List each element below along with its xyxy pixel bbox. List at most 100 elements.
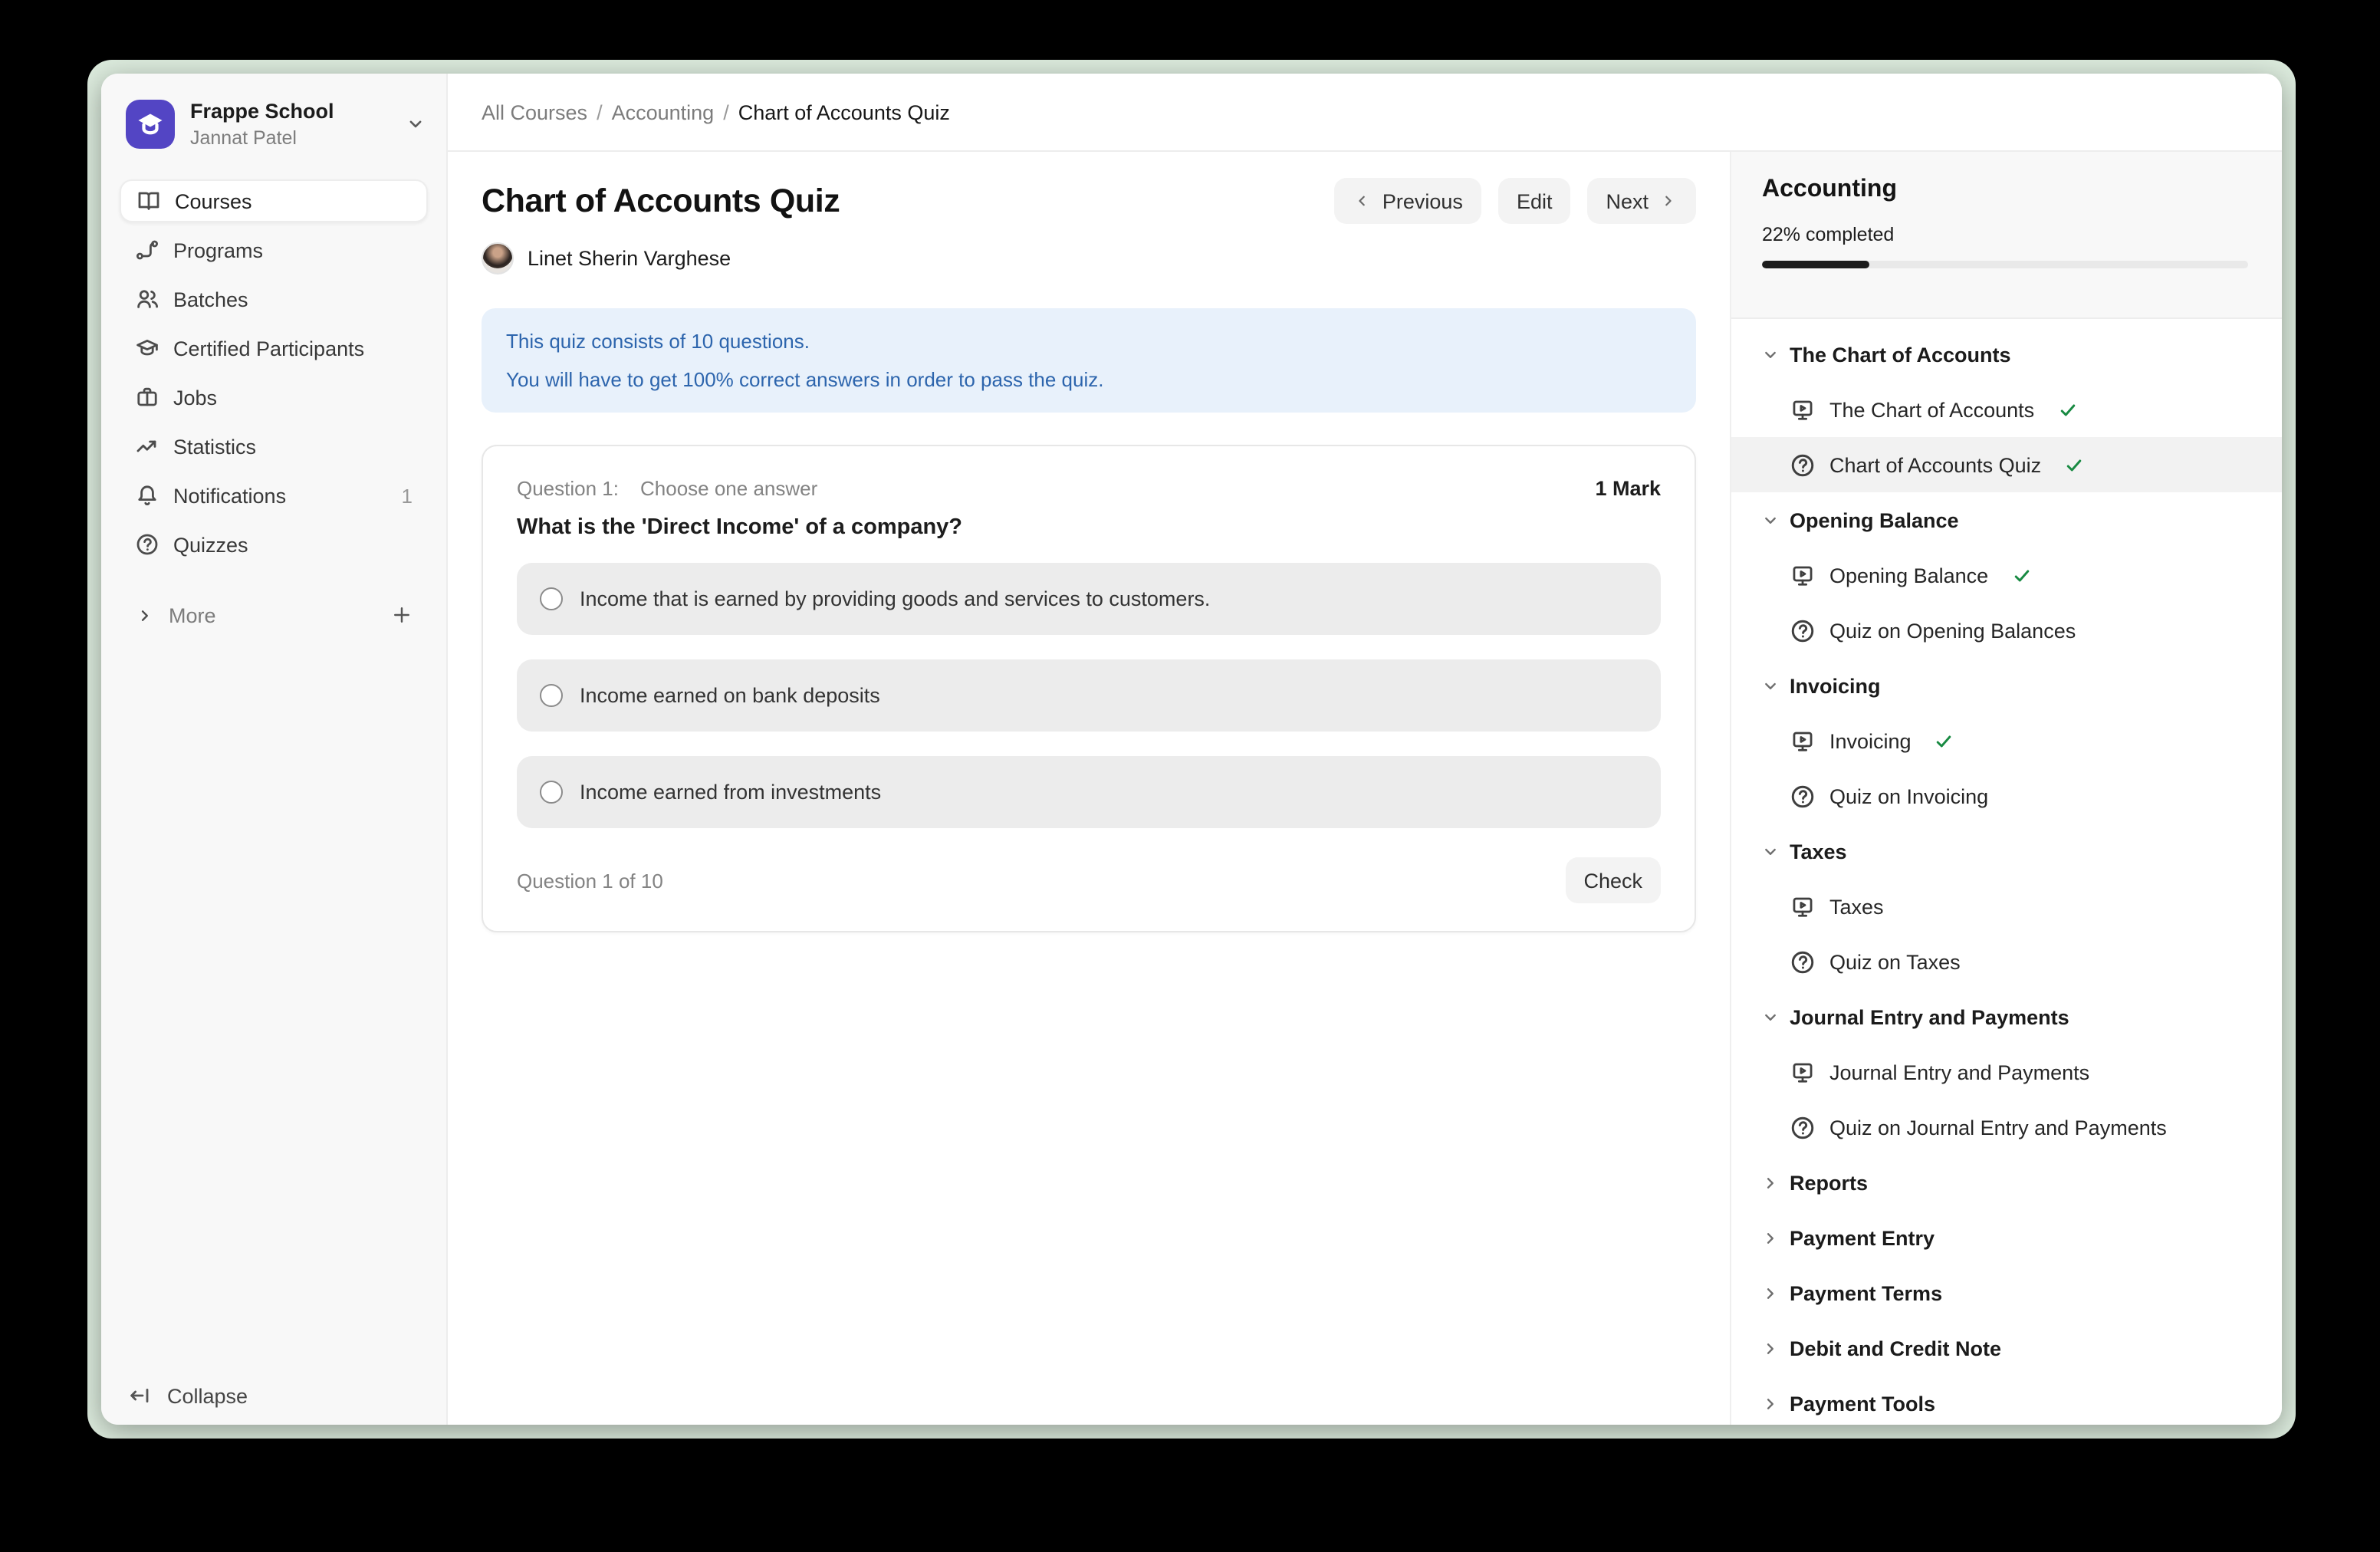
help-circle-icon	[135, 532, 159, 557]
lesson-icon	[1790, 893, 1816, 919]
chevron-right-icon	[1760, 1338, 1780, 1358]
outline-quiz[interactable]: Quiz on Opening Balances	[1731, 603, 2282, 658]
lesson-icon	[1790, 396, 1816, 423]
outline-quiz-active[interactable]: Chart of Accounts Quiz	[1731, 437, 2282, 492]
question-marks: 1 Mark	[1595, 477, 1661, 500]
chevron-down-icon	[1760, 510, 1780, 530]
workspace-switcher[interactable]: Frappe School Jannat Patel	[101, 74, 446, 149]
outline-quiz[interactable]: Quiz on Invoicing	[1731, 768, 2282, 824]
avatar	[482, 242, 514, 275]
outline-section-collapsed[interactable]: Payment Terms	[1731, 1265, 2282, 1320]
radio-icon[interactable]	[540, 684, 563, 707]
question-text: What is the 'Direct Income' of a company…	[517, 515, 1661, 540]
sidebar-item-notifications[interactable]: Notifications 1	[120, 474, 428, 517]
chevron-left-icon	[1353, 192, 1372, 210]
outline-lesson[interactable]: Opening Balance	[1731, 547, 2282, 603]
course-header: Accounting 22% completed	[1731, 152, 2282, 319]
quiz-icon	[1790, 949, 1816, 975]
app-window: Frappe School Jannat Patel Courses Progr…	[101, 74, 2282, 1425]
answer-options: Income that is earned by providing goods…	[517, 563, 1661, 828]
quiz-icon	[1790, 617, 1816, 643]
sidebar-item-quizzes[interactable]: Quizzes	[120, 523, 428, 566]
outline-lesson[interactable]: Journal Entry and Payments	[1731, 1044, 2282, 1100]
sidebar-item-courses[interactable]: Courses	[120, 179, 428, 222]
breadcrumb-current: Chart of Accounts Quiz	[738, 100, 950, 123]
question-progress: Question 1 of 10	[517, 869, 663, 892]
screen: Frappe School Jannat Patel Courses Progr…	[0, 0, 2380, 1552]
check-button[interactable]: Check	[1565, 857, 1661, 903]
answer-option[interactable]: Income earned from investments	[517, 756, 1661, 828]
quiz-icon	[1790, 452, 1816, 478]
edit-button[interactable]: Edit	[1498, 178, 1571, 224]
outline-lesson[interactable]: The Chart of Accounts	[1731, 382, 2282, 437]
question-number-label: Question 1:	[517, 477, 619, 500]
course-title: Accounting	[1762, 176, 2248, 204]
collapse-sidebar-button[interactable]: Collapse	[101, 1383, 446, 1425]
sidebar-item-programs[interactable]: Programs	[120, 229, 428, 271]
outline-section[interactable]: Journal Entry and Payments	[1731, 989, 2282, 1044]
check-icon	[1935, 731, 1954, 751]
chevron-down-icon	[1760, 676, 1780, 695]
outline-section[interactable]: Taxes	[1731, 824, 2282, 879]
workspace-user: Jannat Patel	[190, 127, 334, 149]
course-outline-sidebar: Accounting 22% completed The Chart of Ac…	[1730, 152, 2282, 1425]
answer-option[interactable]: Income earned on bank deposits	[517, 659, 1661, 732]
radio-icon[interactable]	[540, 781, 563, 804]
outline-section[interactable]: Opening Balance	[1731, 492, 2282, 547]
outline-quiz[interactable]: Quiz on Taxes	[1731, 934, 2282, 989]
sidebar-item-certified-participants[interactable]: Certified Participants	[120, 327, 428, 370]
right-pane: All Courses / Accounting / Chart of Acco…	[448, 74, 2282, 1425]
left-sidebar: Frappe School Jannat Patel Courses Progr…	[101, 74, 448, 1425]
outline-section[interactable]: The Chart of Accounts	[1731, 327, 2282, 382]
chevron-right-icon	[135, 605, 155, 625]
sidebar-nav: Courses Programs Batches Certified Parti…	[101, 179, 446, 643]
check-icon	[2064, 455, 2084, 475]
chevron-down-icon	[1760, 841, 1780, 861]
pager-buttons: Previous Edit Next	[1335, 178, 1696, 224]
outline-section-collapsed[interactable]: Payment Entry	[1731, 1210, 2282, 1265]
bell-icon	[135, 483, 159, 508]
collapse-icon	[127, 1383, 152, 1408]
plus-icon[interactable]	[391, 604, 413, 626]
notification-count-badge: 1	[402, 484, 413, 507]
quiz-notice: This quiz consists of 10 questions. You …	[482, 308, 1696, 413]
briefcase-icon	[135, 385, 159, 409]
quiz-icon	[1790, 783, 1816, 809]
question-card: Question 1: Choose one answer 1 Mark Wha…	[482, 445, 1696, 932]
check-icon	[2011, 565, 2031, 585]
chevron-down-icon	[1760, 344, 1780, 364]
main-content: Chart of Accounts Quiz Previous Edit Nex…	[448, 152, 1730, 1425]
breadcrumb-bar: All Courses / Accounting / Chart of Acco…	[448, 74, 2282, 152]
workspace-title: Frappe School	[190, 100, 334, 123]
graduation-cap-icon	[135, 336, 159, 360]
outline-section-collapsed[interactable]: Debit and Credit Note	[1731, 1320, 2282, 1376]
page-title: Chart of Accounts Quiz	[482, 182, 840, 220]
answer-option[interactable]: Income that is earned by providing goods…	[517, 563, 1661, 635]
chevron-right-icon	[1760, 1283, 1780, 1303]
outline-section-collapsed[interactable]: Reports	[1731, 1155, 2282, 1210]
course-progress-fill	[1762, 261, 1869, 268]
sidebar-item-jobs[interactable]: Jobs	[120, 376, 428, 419]
radio-icon[interactable]	[540, 587, 563, 610]
outline-quiz[interactable]: Quiz on Journal Entry and Payments	[1731, 1100, 2282, 1155]
course-completed-label: 22% completed	[1762, 224, 2248, 245]
author-row: Linet Sherin Varghese	[482, 242, 1696, 275]
trending-up-icon	[135, 434, 159, 459]
outline-lesson[interactable]: Taxes	[1731, 879, 2282, 934]
previous-button[interactable]: Previous	[1335, 178, 1481, 224]
chevron-down-icon	[1760, 1007, 1780, 1027]
outline-section[interactable]: Invoicing	[1731, 658, 2282, 713]
chevron-right-icon	[1760, 1393, 1780, 1413]
breadcrumb-all-courses[interactable]: All Courses	[482, 100, 587, 123]
author-name: Linet Sherin Varghese	[528, 247, 731, 270]
outline-section-collapsed[interactable]: Payment Tools	[1731, 1376, 2282, 1425]
sidebar-item-more[interactable]: More	[120, 594, 428, 636]
chevron-right-icon	[1760, 1228, 1780, 1248]
sidebar-item-batches[interactable]: Batches	[120, 278, 428, 321]
sidebar-item-statistics[interactable]: Statistics	[120, 425, 428, 468]
breadcrumb-accounting[interactable]: Accounting	[612, 100, 715, 123]
outline-lesson[interactable]: Invoicing	[1731, 713, 2282, 768]
chevron-down-icon	[405, 113, 426, 143]
next-button[interactable]: Next	[1587, 178, 1696, 224]
breadcrumb: All Courses / Accounting / Chart of Acco…	[482, 100, 950, 123]
